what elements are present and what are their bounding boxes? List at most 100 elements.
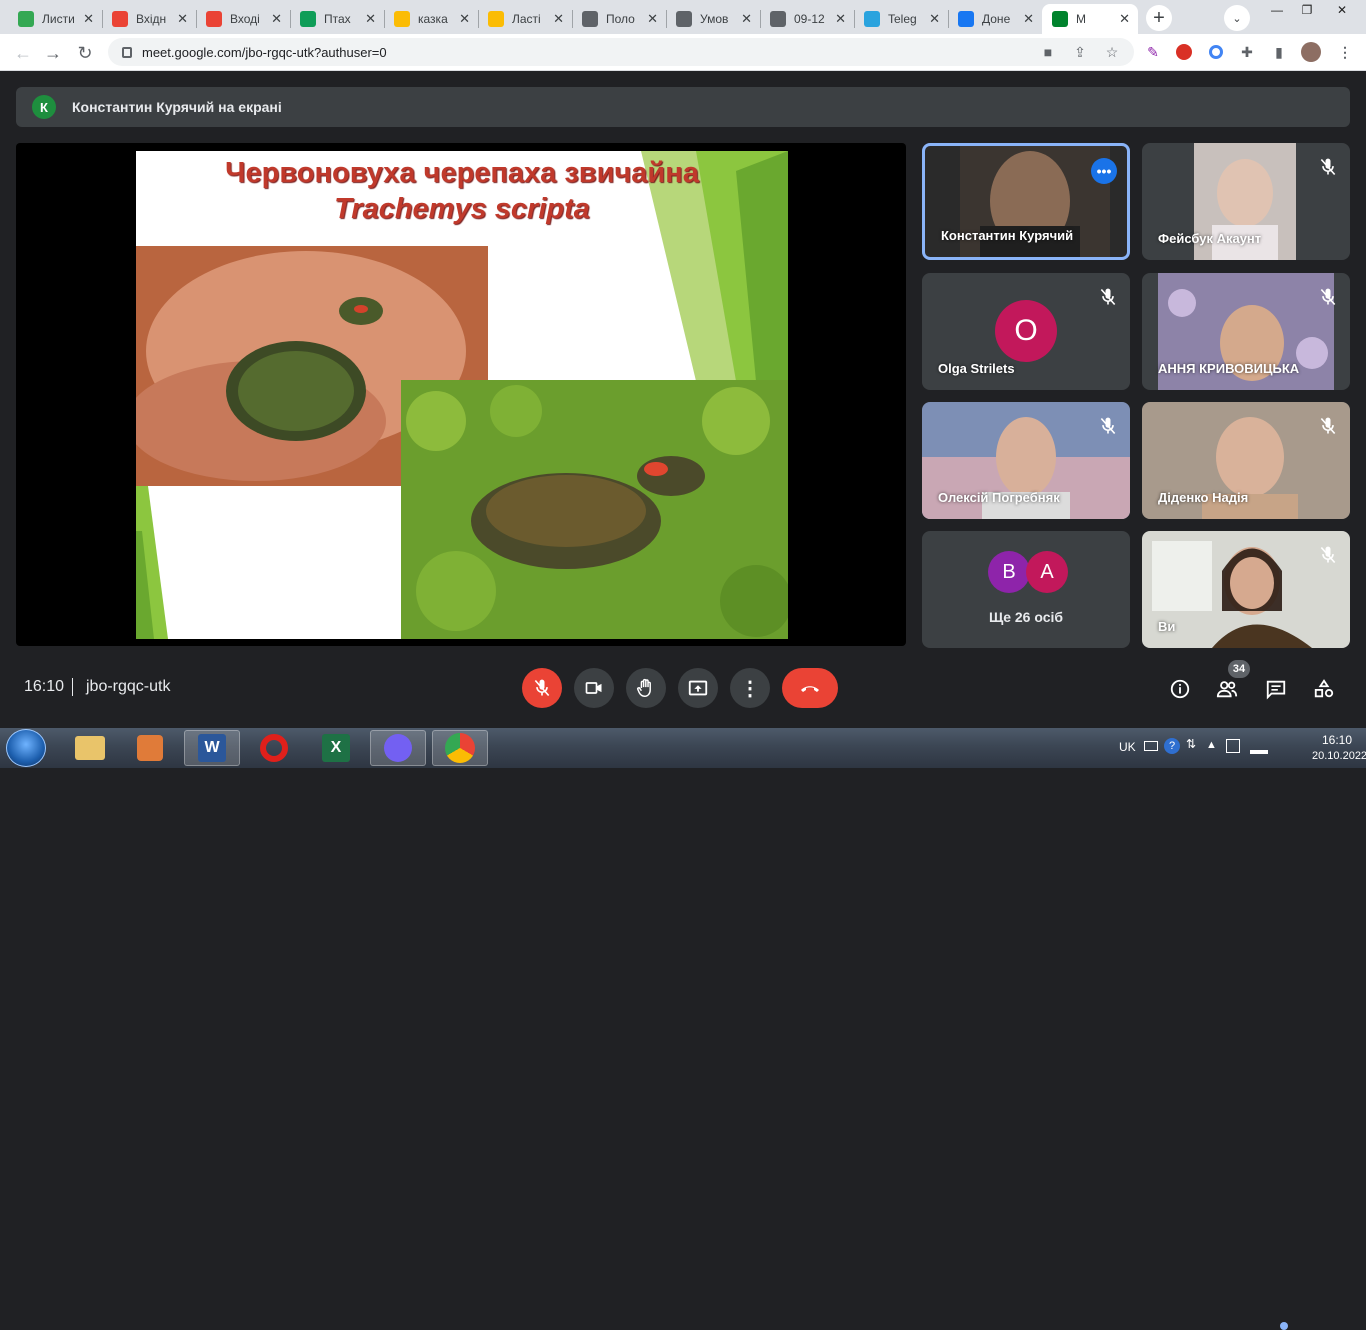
keyboard-icon[interactable] <box>1144 741 1158 751</box>
tab-close-icon[interactable]: ✕ <box>177 11 188 27</box>
reload-button[interactable]: ↻ <box>72 40 98 66</box>
taskbar-word[interactable]: W <box>184 730 240 766</box>
browser-tab[interactable]: M ✕ <box>1042 4 1138 34</box>
clock-time: 16:10 <box>1321 733 1353 747</box>
extension-pen-icon[interactable]: ✎ <box>1142 41 1164 63</box>
participant-tile[interactable]: Фейсбук Акаунт <box>1142 143 1350 260</box>
participant-tile[interactable]: O Olga Strilets <box>922 273 1130 390</box>
tray-sync-icon[interactable]: ⇅ <box>1186 737 1196 751</box>
tab-search-button[interactable]: ⌄ <box>1224 5 1250 31</box>
mic-off-icon <box>1320 288 1336 306</box>
tab-close-icon[interactable]: ✕ <box>929 11 940 27</box>
participant-tile[interactable]: Олексій Погребняк <box>922 402 1130 519</box>
viber-icon <box>384 734 412 762</box>
browser-tab[interactable]: Вході ✕ <box>196 4 290 34</box>
hand-icon <box>637 678 651 697</box>
presenter-avatar: К <box>32 95 56 119</box>
presentation-stage: Червоновуха черепаха звичайна Trachemys … <box>16 143 906 646</box>
close-window-button[interactable]: ✕ <box>1322 0 1362 20</box>
activities-button[interactable] <box>1311 676 1337 702</box>
tab-close-icon[interactable]: ✕ <box>459 11 470 27</box>
taskbar-media-player[interactable] <box>122 730 178 766</box>
taskbar-chrome[interactable] <box>432 730 488 766</box>
participant-tile[interactable]: АННЯ КРИВОВИЦЬКА <box>1142 273 1350 390</box>
more-options-button[interactable]: ••• <box>1091 158 1117 184</box>
start-button[interactable] <box>6 729 46 767</box>
browser-tab[interactable]: Teleg ✕ <box>854 4 948 34</box>
tab-close-icon[interactable]: ✕ <box>835 11 846 27</box>
tab-close-icon[interactable]: ✕ <box>1023 11 1034 27</box>
hang-up-icon <box>801 686 819 692</box>
chat-icon <box>1266 680 1286 700</box>
taskbar-opera[interactable] <box>246 730 302 766</box>
browser-tab[interactable]: 09-12 ✕ <box>760 4 854 34</box>
browser-tab[interactable]: Листи ✕ <box>8 4 102 34</box>
bookmark-star-icon[interactable]: ☆ <box>1101 41 1123 63</box>
minimize-button[interactable]: — <box>1262 0 1292 20</box>
browser-tab[interactable]: казка ✕ <box>384 4 478 34</box>
people-button[interactable] <box>1214 676 1240 702</box>
presenter-banner: К Константин Курячий на екрані <box>16 87 1350 127</box>
participant-tile-presenter[interactable]: ••• Константин Курячий <box>922 143 1130 260</box>
adblock-icon[interactable] <box>1173 41 1195 63</box>
tab-close-icon[interactable]: ✕ <box>741 11 752 27</box>
url-text: meet.google.com/jbo-rgqc-utk?authuser=0 <box>142 44 387 60</box>
browser-tab[interactable]: Умов ✕ <box>666 4 760 34</box>
browser-tab[interactable]: Доне ✕ <box>948 4 1042 34</box>
camera-toggle-button[interactable] <box>574 668 614 708</box>
participant-tile[interactable]: Діденко Надія <box>1142 402 1350 519</box>
tab-close-icon[interactable]: ✕ <box>1119 11 1130 27</box>
present-screen-icon <box>688 680 708 696</box>
new-tab-button[interactable]: + <box>1146 5 1172 31</box>
video-camera-icon <box>585 682 602 694</box>
participant-name: Олексій Погребняк <box>938 490 1060 505</box>
raise-hand-button[interactable] <box>626 668 666 708</box>
divider <box>72 678 73 696</box>
taskbar-viber[interactable] <box>370 730 426 766</box>
profile-avatar[interactable] <box>1300 41 1322 63</box>
action-center-icon[interactable] <box>1226 739 1240 753</box>
meeting-details-button[interactable] <box>1167 676 1193 702</box>
help-icon[interactable]: ? <box>1164 738 1180 754</box>
tab-separator <box>478 10 479 28</box>
more-options-button[interactable]: ⋮ <box>730 668 770 708</box>
chat-button[interactable] <box>1263 676 1289 702</box>
extension-blue-icon[interactable] <box>1205 41 1227 63</box>
activities-shapes-icon <box>1314 679 1334 698</box>
mic-toggle-button[interactable] <box>522 668 562 708</box>
clock-date: 20.10.2022 <box>1312 750 1366 762</box>
tab-close-icon[interactable]: ✕ <box>553 11 564 27</box>
maximize-button[interactable]: ❐ <box>1292 0 1322 20</box>
present-screen-button[interactable] <box>678 668 718 708</box>
more-participants-tile[interactable]: B A Ще 26 осіб <box>922 531 1130 648</box>
mic-off-icon <box>1320 546 1336 564</box>
browser-tab[interactable]: Вхідн ✕ <box>102 4 196 34</box>
leave-call-button[interactable] <box>782 668 838 708</box>
tab-close-icon[interactable]: ✕ <box>271 11 282 27</box>
clock[interactable]: 16:10 20.10.2022 <box>1312 732 1366 764</box>
taskbar-excel[interactable]: X <box>308 730 364 766</box>
taskbar-explorer[interactable] <box>62 730 118 766</box>
share-icon[interactable]: ⇪ <box>1069 41 1091 63</box>
address-bar[interactable]: meet.google.com/jbo-rgqc-utk?authuser=0 <box>108 38 1134 66</box>
browser-tab[interactable]: Поло ✕ <box>572 4 666 34</box>
tab-title: Умов <box>700 12 729 26</box>
network-signal-icon[interactable] <box>1250 738 1268 754</box>
folder-icon <box>75 736 105 760</box>
media-player-icon <box>137 735 163 761</box>
tab-close-icon[interactable]: ✕ <box>83 11 94 27</box>
self-tile[interactable]: Ви <box>1142 531 1350 648</box>
language-indicator[interactable]: UK <box>1119 740 1136 754</box>
participant-avatar: A <box>1026 551 1068 593</box>
back-button[interactable]: ← <box>10 40 36 66</box>
extensions-puzzle-icon[interactable]: ✚ <box>1236 41 1258 63</box>
browser-tab[interactable]: Ласті ✕ <box>478 4 572 34</box>
camera-icon[interactable]: ■ <box>1037 41 1059 63</box>
browser-tab[interactable]: Птах ✕ <box>290 4 384 34</box>
menu-kebab-icon[interactable]: ⋮ <box>1334 41 1356 63</box>
forward-button[interactable]: → <box>40 40 66 66</box>
show-hidden-icons[interactable]: ▲ <box>1206 739 1217 751</box>
tab-close-icon[interactable]: ✕ <box>365 11 376 27</box>
tab-close-icon[interactable]: ✕ <box>647 11 658 27</box>
side-panel-icon[interactable]: ▮ <box>1268 41 1290 63</box>
